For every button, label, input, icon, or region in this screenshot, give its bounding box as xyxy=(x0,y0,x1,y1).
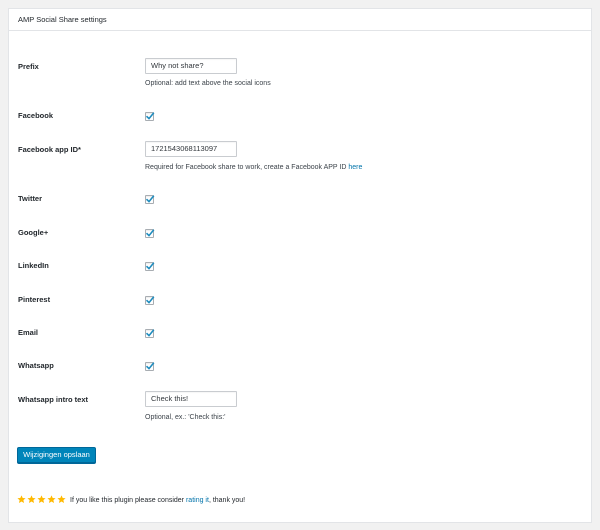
whatsapp-intro-label: Whatsapp intro text xyxy=(18,395,89,404)
prefix-description: Optional: add text above the social icon… xyxy=(145,80,271,87)
checkmark-icon xyxy=(145,296,155,304)
googleplus-label: Google+ xyxy=(18,228,49,237)
googleplus-checkbox[interactable] xyxy=(145,229,155,238)
whatsapp-checkbox[interactable] xyxy=(145,362,155,371)
facebook-label: Facebook xyxy=(18,111,54,120)
rating-footer: If you like this plugin please consider … xyxy=(17,495,245,506)
rating-stars[interactable] xyxy=(17,495,67,505)
prefix-label: Prefix xyxy=(18,62,39,71)
prefix-input[interactable]: Why not share? xyxy=(145,58,237,74)
star-icon xyxy=(47,495,56,504)
star-icon xyxy=(17,495,26,504)
email-checkbox[interactable] xyxy=(145,329,155,338)
checkmark-icon xyxy=(145,112,155,120)
checkmark-icon xyxy=(145,262,155,270)
rating-text-after: , thank you! xyxy=(208,497,246,505)
twitter-checkbox[interactable] xyxy=(145,195,155,204)
facebook-app-id-link[interactable]: here xyxy=(348,164,362,171)
star-icon xyxy=(57,495,66,504)
twitter-label: Twitter xyxy=(18,194,43,203)
facebook-app-id-label: Facebook app ID* xyxy=(18,145,81,154)
facebook-app-id-description: Required for Facebook share to work, cre… xyxy=(145,164,362,171)
facebook-app-id-input[interactable]: 1721543068113097 xyxy=(145,141,237,157)
save-button[interactable]: Wijzigingen opslaan xyxy=(17,447,96,463)
pinterest-checkbox[interactable] xyxy=(145,296,155,305)
checkmark-icon xyxy=(145,329,155,337)
settings-panel: AMP Social Share settings Prefix Why not… xyxy=(8,8,592,523)
rating-text-before: If you like this plugin please consider xyxy=(70,497,186,505)
star-icon xyxy=(27,495,36,504)
facebook-checkbox[interactable] xyxy=(145,112,155,121)
checkmark-icon xyxy=(145,195,155,203)
facebook-app-id-description-text: Required for Facebook share to work, cre… xyxy=(145,164,349,171)
pinterest-label: Pinterest xyxy=(18,295,51,304)
linkedin-label: LinkedIn xyxy=(18,261,49,270)
whatsapp-intro-description: Optional, ex.: 'Check this:' xyxy=(145,414,226,421)
whatsapp-intro-input[interactable]: Check this! xyxy=(145,391,237,407)
checkmark-icon xyxy=(145,362,155,370)
star-icon xyxy=(37,495,46,504)
checkmark-icon xyxy=(145,229,155,237)
panel-title: AMP Social Share settings xyxy=(9,9,591,31)
linkedin-checkbox[interactable] xyxy=(145,262,155,271)
rating-link[interactable]: rating it xyxy=(186,497,209,504)
whatsapp-label: Whatsapp xyxy=(18,361,54,370)
email-label: Email xyxy=(18,328,39,337)
